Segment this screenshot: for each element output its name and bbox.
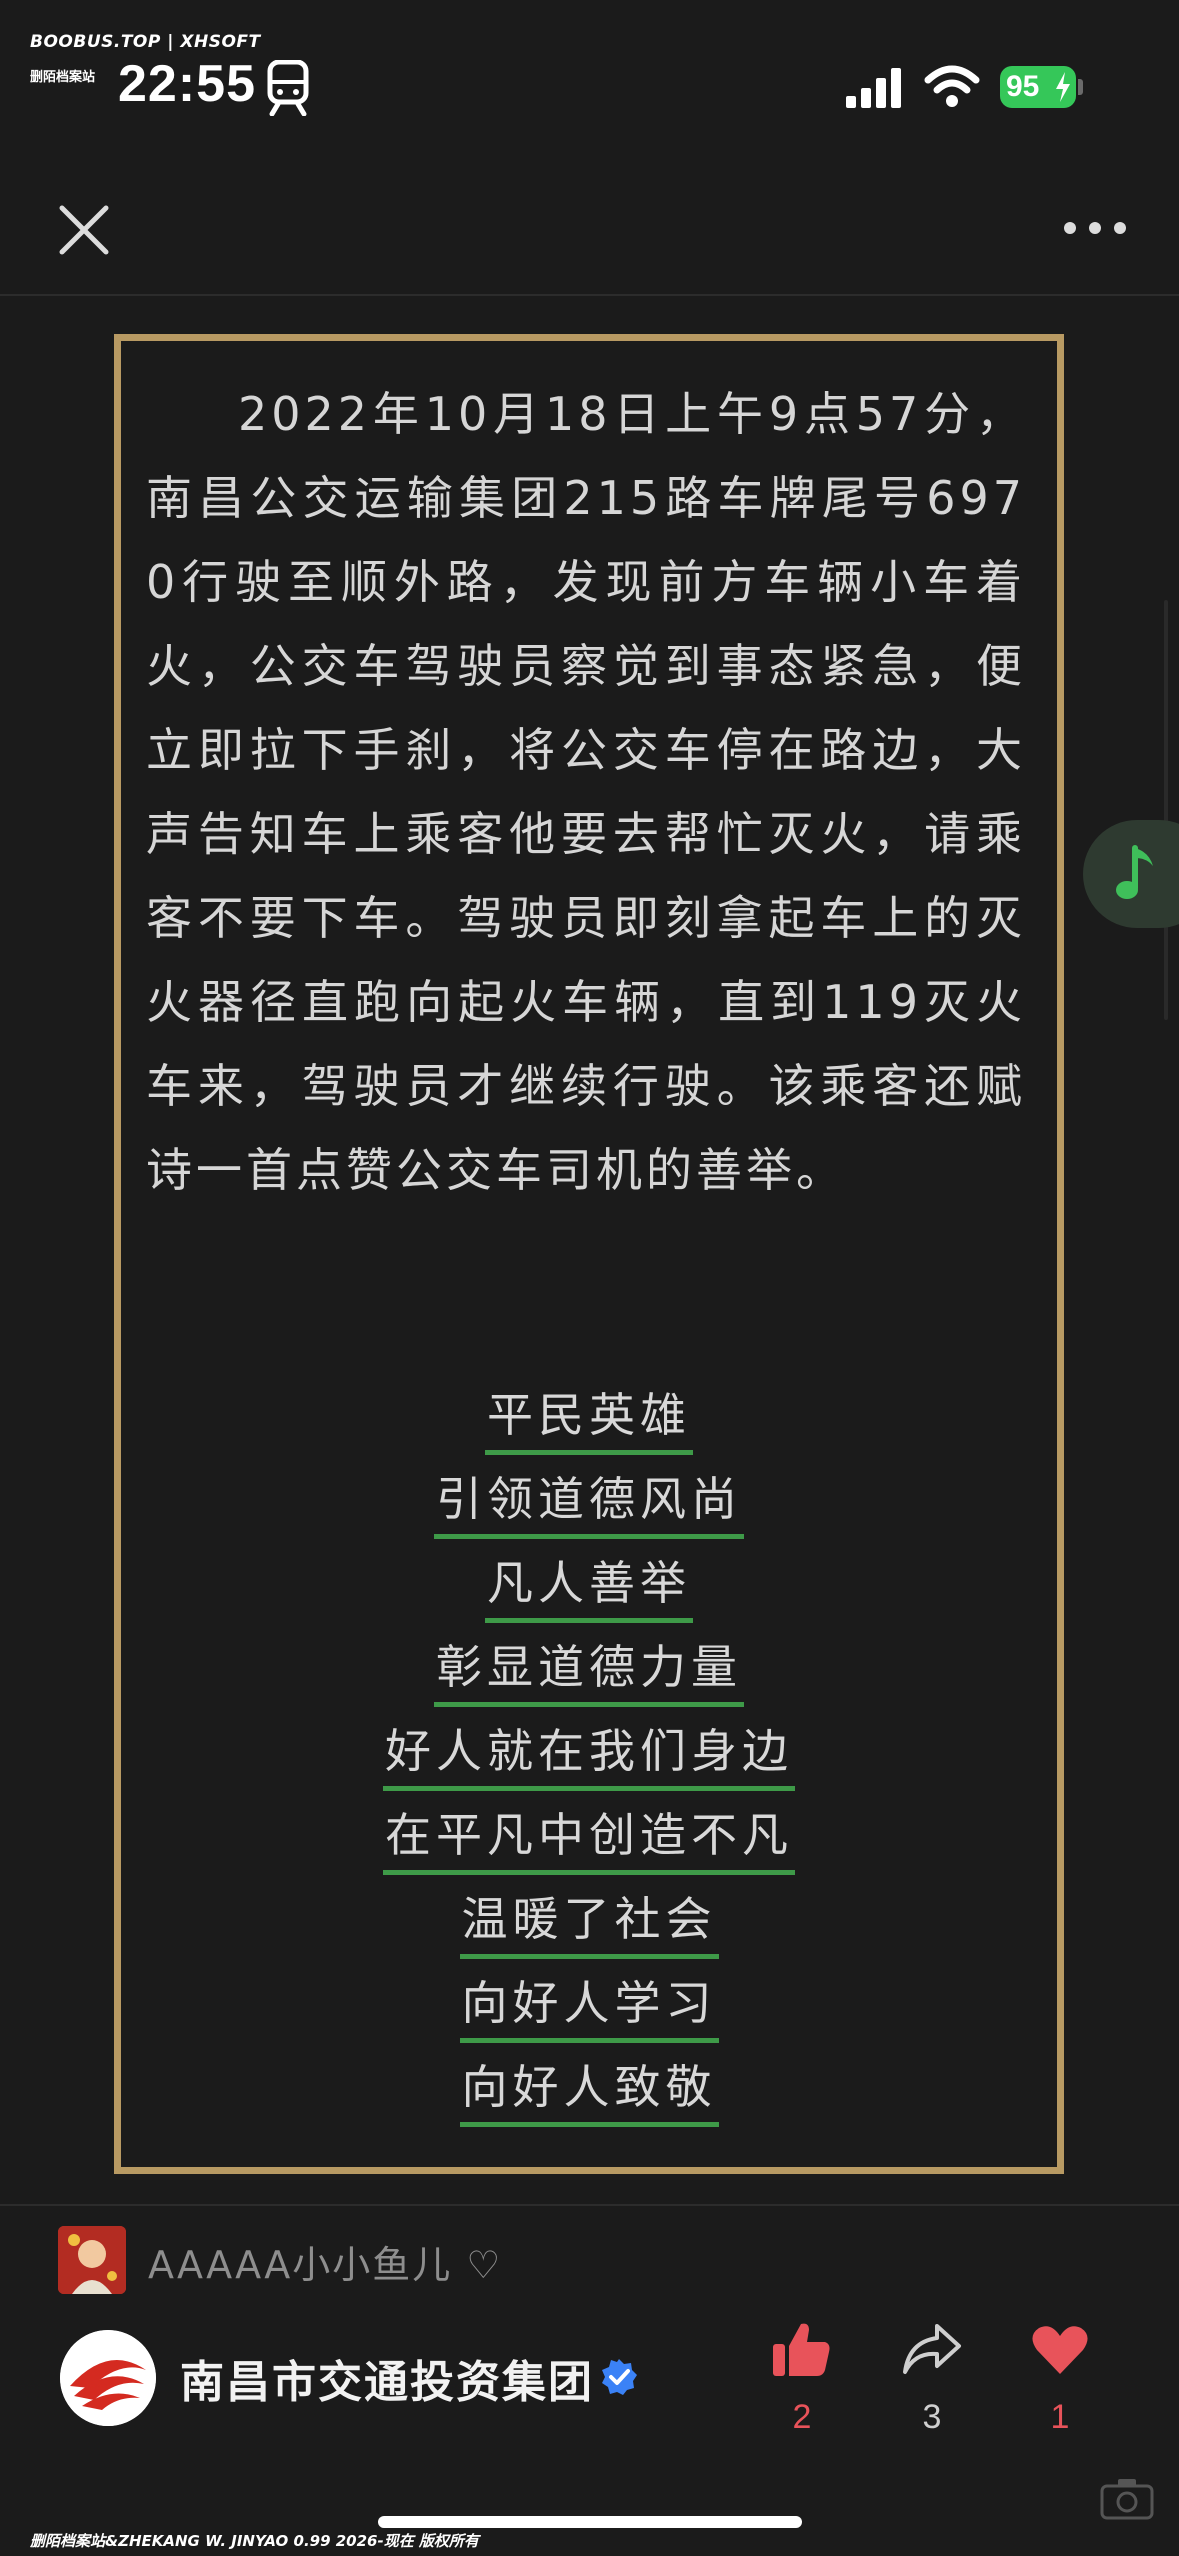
poem-line-text: 向好人学习 [459,1968,719,2043]
share-arrow-icon [903,2324,961,2374]
user-name[interactable]: AAAAA小小鱼儿 ♡ [148,2234,502,2289]
org-avatar[interactable] [60,2330,156,2426]
site-watermark-sub: 删陌档案站 [30,70,96,85]
poem-line: 引领道德风尚 [114,1464,1064,1548]
site-watermark: BOOBUS.TOP | XHSOFT [30,32,261,52]
poem-line-text: 引领道德风尚 [434,1464,744,1539]
battery-indicator: 95 [1000,66,1076,108]
user-avatar-image [58,2226,126,2294]
like-count: 2 [792,2398,812,2436]
poem-line-text: 凡人善举 [485,1548,693,1623]
poem-line-text: 向好人致敬 [459,2052,719,2127]
poem-line-text: 平民英雄 [485,1380,693,1455]
train-icon [267,60,309,116]
share-count: 3 [922,2398,942,2436]
battery-level: 95 [1006,70,1040,103]
favorite-count: 1 [1050,2398,1070,2436]
poem-line: 在平凡中创造不凡 [114,1800,1064,1884]
poem-line-text: 温暖了社会 [459,1884,719,1959]
status-bar: BOOBUS.TOP | XHSOFT 删陌档案站 22:55 95 [0,0,1179,130]
poem-line: 彰显道德力量 [114,1632,1064,1716]
user-avatar[interactable] [58,2226,126,2294]
poem-line-text: 好人就在我们身边 [383,1716,795,1791]
poem-line: 好人就在我们身边 [114,1716,1064,1800]
footer-watermark: 删陌档案站&ZHEKANG W. JINYAO 0.99 2026-现在 版权所… [30,2532,479,2550]
org-logo [60,2330,156,2426]
poem-line: 向好人致敬 [114,2052,1064,2136]
nav-divider [0,294,1179,296]
poem-line-text: 在平凡中创造不凡 [383,1800,795,1875]
poem-line: 向好人学习 [114,1968,1064,2052]
music-button[interactable] [1083,820,1179,928]
favorite-button[interactable]: 1 [1018,2318,1102,2437]
more-options-button[interactable] [1060,208,1130,248]
heart-icon [1032,2326,1088,2374]
poem-line-text: 彰显道德力量 [434,1632,744,1707]
share-button[interactable]: 3 [890,2318,974,2437]
cellular-signal-icon [846,68,901,108]
poem-line: 凡人善举 [114,1548,1064,1632]
home-indicator[interactable] [378,2516,802,2528]
music-note-icon [1116,845,1153,899]
post-paragraph: 2022年10月18日上午9点57分，南昌公交运输集团215路车牌尾号6970行… [146,387,1026,1197]
bottom-divider [0,2204,1179,2206]
thumbs-up-icon [773,2323,830,2376]
poem-line: 平民英雄 [114,1380,1064,1464]
wifi-icon [924,65,980,107]
charging-bolt-icon [1056,72,1070,102]
scroll-track [1164,600,1168,1020]
verified-badge-icon [602,2359,637,2395]
camera-watermark-icon [1100,2479,1154,2520]
poem-line: 温暖了社会 [114,1884,1064,1968]
poem: 平民英雄 引领道德风尚 凡人善举 彰显道德力量 好人就在我们身边 在平凡中创造不… [114,1380,1064,2136]
battery-nub [1078,79,1083,95]
org-name[interactable]: 南昌市交通投资集团 [180,2346,594,2410]
close-button[interactable] [50,196,118,264]
like-button[interactable]: 2 [760,2318,844,2437]
status-time: 22:55 [118,55,256,113]
